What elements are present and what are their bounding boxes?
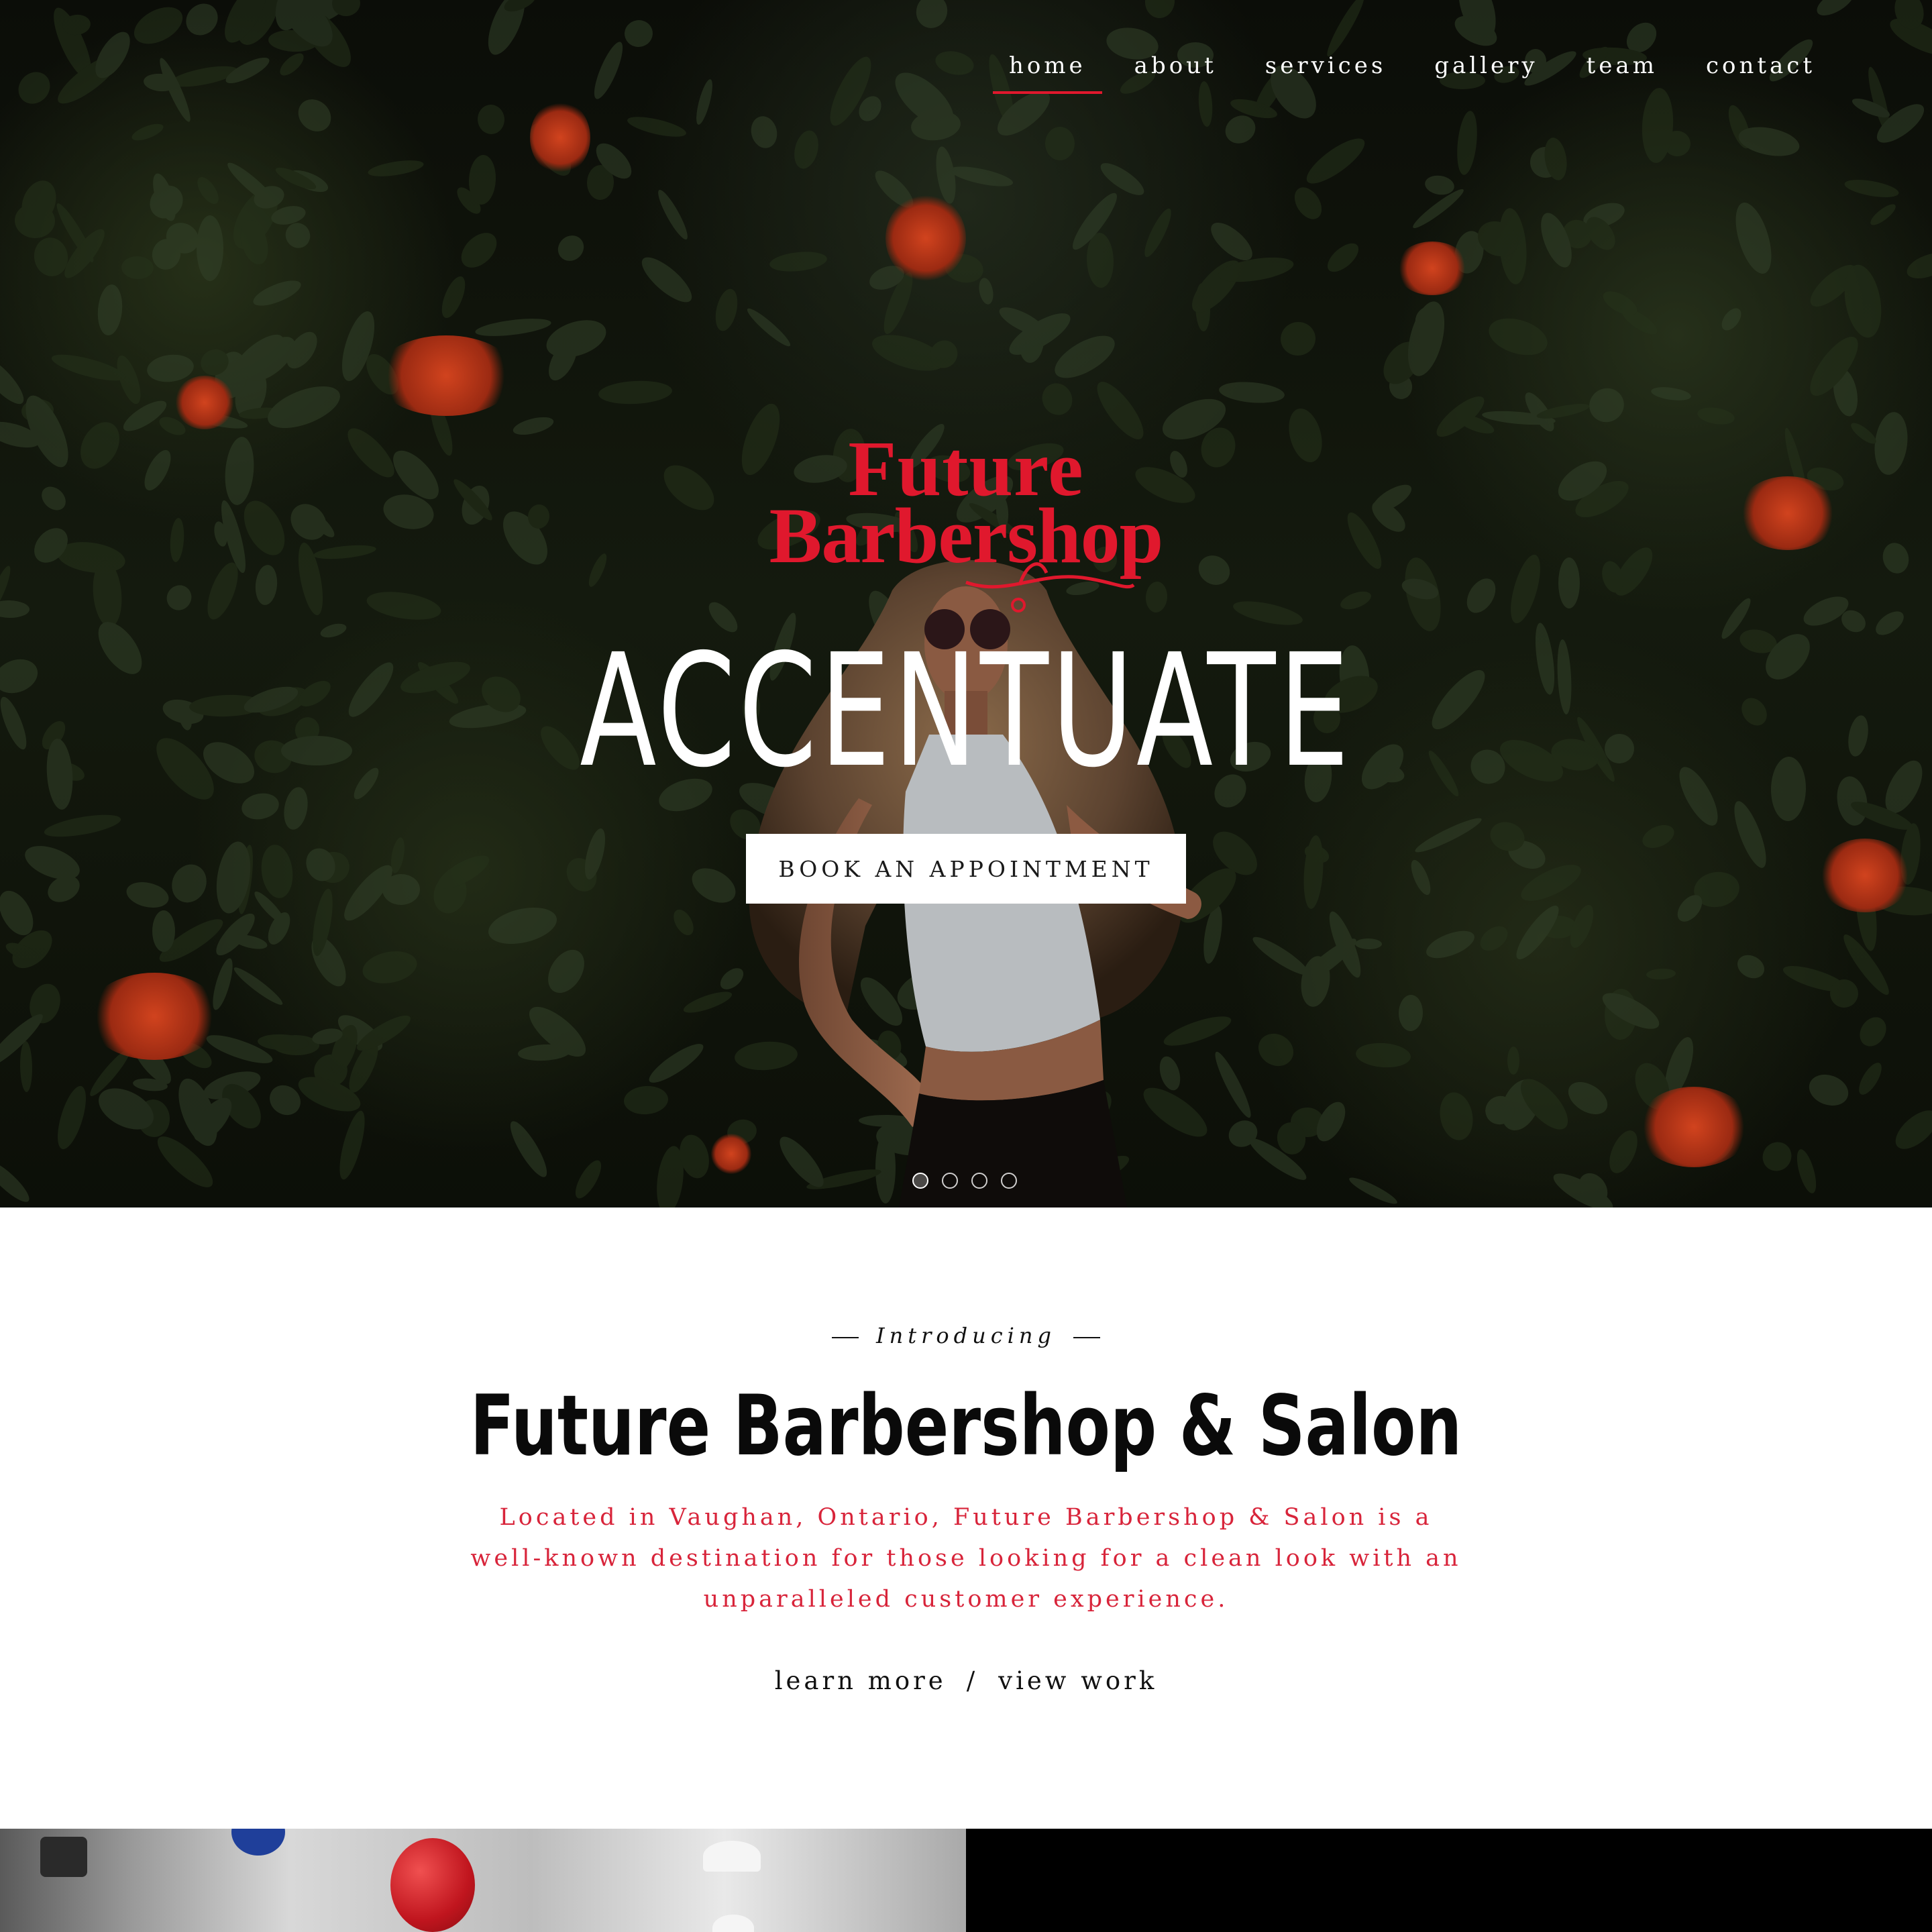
balloon-decoration (390, 1838, 475, 1932)
slide-dot-3[interactable] (971, 1173, 987, 1189)
dash-divider (831, 1336, 859, 1338)
nav-item-gallery[interactable]: gallery (1418, 52, 1554, 94)
intro-eyebrow: Introducing (0, 1323, 1932, 1348)
slide-dot-2[interactable] (942, 1173, 958, 1189)
nav-item-services[interactable]: services (1249, 52, 1403, 94)
brand-logo: Future Barbershop (724, 429, 1208, 617)
hero-section: home about services gallery team contact… (0, 0, 1932, 1208)
hero-headline: ACCENTUATE (580, 621, 1352, 802)
intro-description: Located in Vaughan, Ontario, Future Barb… (470, 1504, 1462, 1613)
wall-lamp-decoration (40, 1837, 87, 1877)
view-work-link[interactable]: view work (998, 1666, 1157, 1695)
dark-panel (966, 1829, 1932, 1932)
nav-item-team[interactable]: team (1570, 52, 1674, 94)
ceiling-lamp-decoration (712, 1915, 754, 1932)
intro-section: Introducing Future Barbershop & Salon Lo… (0, 1208, 1932, 1829)
dash-divider (1073, 1336, 1100, 1338)
balloon-decoration (231, 1829, 285, 1856)
salon-interior-photo (0, 1829, 966, 1932)
nav-item-contact[interactable]: contact (1690, 52, 1831, 94)
scissors-flourish-icon (965, 562, 1135, 612)
eyebrow-text: Introducing (875, 1323, 1056, 1348)
slide-dot-4[interactable] (1001, 1173, 1017, 1189)
nav-item-home[interactable]: home (992, 52, 1102, 94)
nav-item-about[interactable]: about (1118, 52, 1233, 94)
link-separator: / (966, 1666, 979, 1695)
slider-pagination (912, 1173, 1017, 1189)
ceiling-lamp-decoration (703, 1841, 761, 1872)
intro-title: Future Barbershop & Salon (470, 1378, 1462, 1474)
learn-more-link[interactable]: learn more (775, 1666, 947, 1695)
intro-links: learn more / view work (0, 1666, 1932, 1695)
slide-dot-1[interactable] (912, 1173, 928, 1189)
main-nav: home about services gallery team contact (977, 52, 1831, 94)
book-appointment-button[interactable]: BOOK AN APPOINTMENT (746, 834, 1186, 904)
